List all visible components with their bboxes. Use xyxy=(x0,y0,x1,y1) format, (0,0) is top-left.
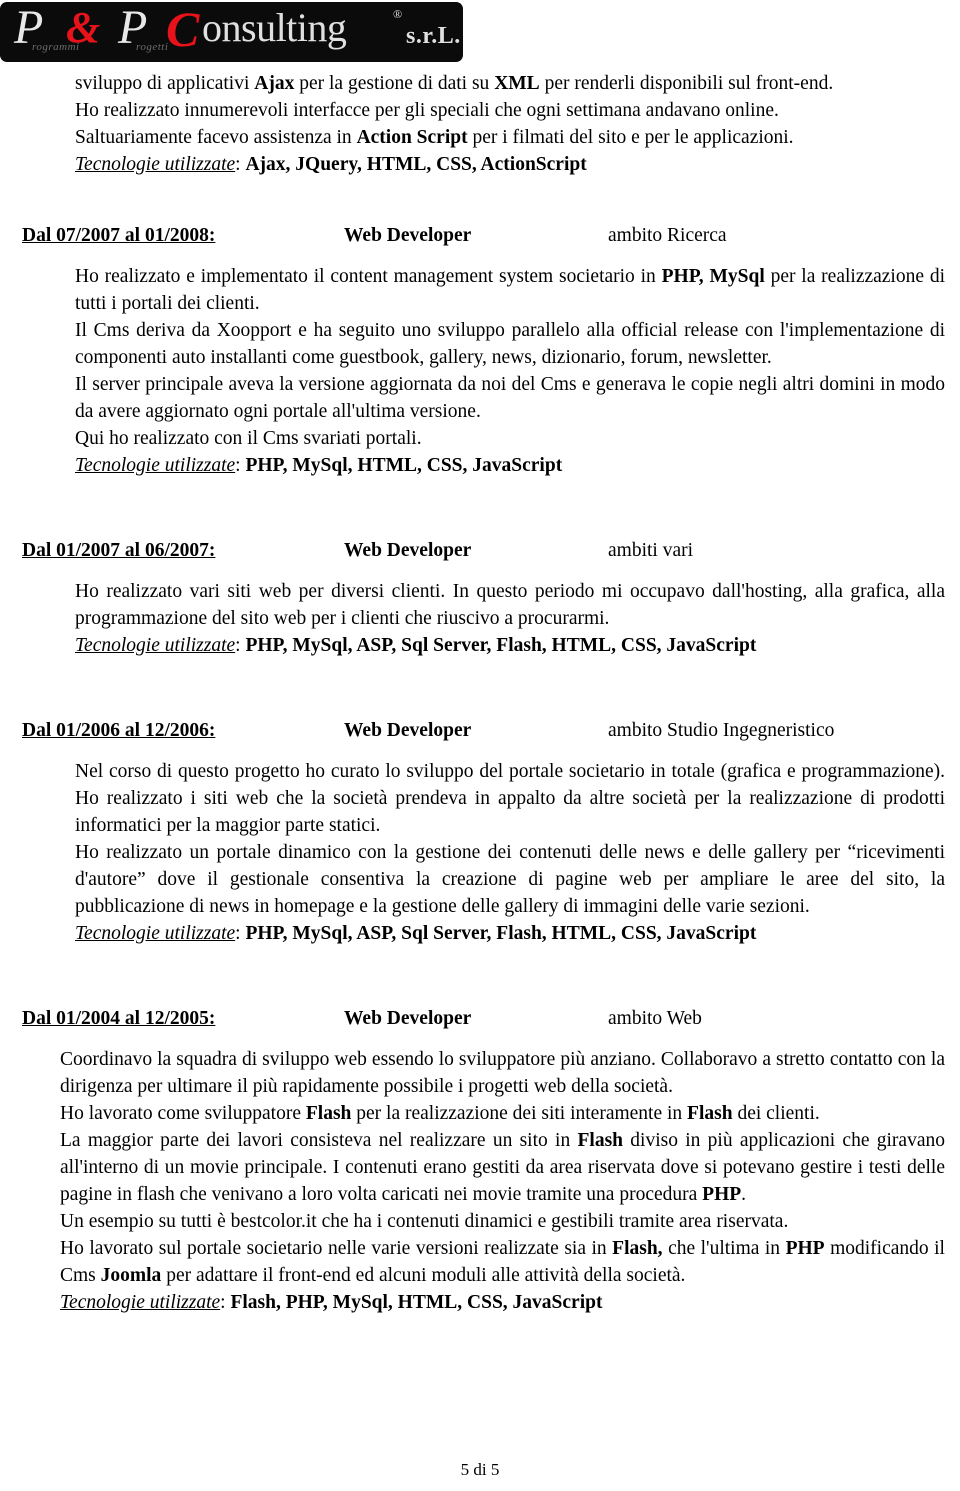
intro-paragraph-line1: sviluppo di applicativi Ajax per la gest… xyxy=(0,70,960,97)
job-0-text-1a: Ho realizzato e implementato il content … xyxy=(75,266,662,287)
job-dates: Dal 07/2007 al 01/2008: xyxy=(22,225,216,246)
job-dates: Dal 01/2006 al 12/2006: xyxy=(22,720,216,741)
job-3-text-2e: dei clienti. xyxy=(732,1103,820,1124)
intro-text-a: sviluppo di applicativi xyxy=(75,73,255,94)
job-role: Web Developer xyxy=(344,225,472,246)
logo-word-consulting: onsulting xyxy=(202,5,347,50)
job-3-term-flash-3: Flash xyxy=(577,1130,624,1151)
job-0-term-php-mysql: PHP, MySql xyxy=(661,266,765,287)
technologies-list: PHP, MySql, ASP, Sql Server, Flash, HTML… xyxy=(245,923,757,944)
job-0-technologies-line: Tecnologie utilizzate: PHP, MySql, HTML,… xyxy=(0,452,960,479)
job-header-2004-2005: Dal 01/2004 al 12/2005: Web Developer am… xyxy=(0,1005,960,1032)
job-0-paragraph-4: Qui ho realizzato con il Cms svariati po… xyxy=(75,428,422,449)
job-3-paragraph-2: Ho lavorato come sviluppatore Flash per … xyxy=(0,1100,960,1127)
intro-technologies-line: Tecnologie utilizzate: Ajax, JQuery, HTM… xyxy=(0,151,960,178)
job-3-paragraph-5: Ho lavorato sul portale societario nelle… xyxy=(0,1235,960,1289)
job-3-technologies-line: Tecnologie utilizzate: Flash, PHP, MySql… xyxy=(0,1289,960,1316)
intro-paragraph-line2: Ho realizzato innumerevoli interfacce pe… xyxy=(75,100,779,121)
intro-term-xml: XML xyxy=(494,73,540,94)
logo-ampersand: & xyxy=(66,3,101,52)
job-3-term-joomla: Joomla xyxy=(100,1265,162,1286)
page-footer: 5 di 5 xyxy=(0,1460,960,1480)
technologies-list: Flash, PHP, MySql, HTML, CSS, JavaScript xyxy=(230,1292,603,1313)
job-3-text-5c: che l'ultima in xyxy=(662,1238,786,1259)
job-3-text-3a: La maggior parte dei lavori consisteva n… xyxy=(60,1130,578,1151)
job-3-text-5a: Ho lavorato sul portale societario nelle… xyxy=(60,1238,613,1259)
job-3-text-2c: per la realizzazione dei siti interament… xyxy=(351,1103,688,1124)
job-scope: ambito Web xyxy=(608,1008,702,1029)
job-3-text-5g: per adattare il front-end ed alcuni modu… xyxy=(161,1265,686,1286)
job-1-technologies-line: Tecnologie utilizzate: PHP, MySql, ASP, … xyxy=(0,632,960,659)
job-dates: Dal 01/2007 al 06/2007: xyxy=(22,540,216,561)
technologies-separator: : xyxy=(235,635,246,656)
job-scope: ambito Studio Ingegneristico xyxy=(608,720,835,741)
job-scope: ambiti vari xyxy=(608,540,694,561)
job-header-2007: Dal 01/2007 al 06/2007: Web Developer am… xyxy=(0,537,960,564)
job-dates: Dal 01/2004 al 12/2005: xyxy=(22,1008,216,1029)
technologies-label: Tecnologie utilizzate xyxy=(75,635,236,656)
job-3-text-2a: Ho lavorato come sviluppatore xyxy=(60,1103,306,1124)
registered-trademark-icon: ® xyxy=(393,7,403,21)
logo-inner: P rogrammi & P rogetti C onsulting ® s.r… xyxy=(8,2,463,62)
intro-term-action-script: Action Script xyxy=(356,127,468,148)
job-3-paragraph-4: Un esempio su tutti è bestcolor.it che h… xyxy=(60,1211,789,1232)
technologies-label: Tecnologie utilizzate xyxy=(75,923,236,944)
technologies-separator: : xyxy=(235,154,246,175)
technologies-list: PHP, MySql, HTML, CSS, JavaScript xyxy=(245,455,563,476)
job-role: Web Developer xyxy=(344,1008,472,1029)
technologies-separator: : xyxy=(235,455,246,476)
logo-letter-c: C xyxy=(166,2,200,57)
technologies-label: Tecnologie utilizzate xyxy=(75,154,236,175)
job-3-paragraph-1: Coordinavo la squadra di sviluppo web es… xyxy=(60,1049,945,1097)
job-3-term-php-2: PHP xyxy=(785,1238,825,1259)
job-3-term-php: PHP xyxy=(702,1184,742,1205)
job-3-term-flash-1: Flash xyxy=(305,1103,352,1124)
technologies-list: Ajax, JQuery, HTML, CSS, ActionScript xyxy=(245,154,587,175)
job-3-term-flash-2: Flash xyxy=(687,1103,733,1124)
intro-text-3c: per i filmati del sito e per le applicaz… xyxy=(467,127,794,148)
page-number: 5 di 5 xyxy=(460,1460,500,1479)
technologies-label: Tecnologie utilizzate xyxy=(60,1292,221,1313)
job-3-paragraph-3: La maggior parte dei lavori consisteva n… xyxy=(0,1127,960,1208)
technologies-separator: : xyxy=(220,1292,231,1313)
job-0-paragraph-2: Il Cms deriva da Xoopport e ha seguito u… xyxy=(75,320,945,368)
job-3-text-3e: . xyxy=(741,1184,747,1205)
technologies-list: PHP, MySql, ASP, Sql Server, Flash, HTML… xyxy=(245,635,757,656)
logo-word-srl: s.r.L. xyxy=(406,23,461,49)
job-header-2006: Dal 01/2006 al 12/2006: Web Developer am… xyxy=(0,717,960,744)
job-role: Web Developer xyxy=(344,540,472,561)
job-header-2007-2008: Dal 07/2007 al 01/2008: Web Developer am… xyxy=(0,222,960,249)
company-logo-banner: P rogrammi & P rogetti C onsulting ® s.r… xyxy=(0,2,463,62)
intro-text-3a: Saltuariamente facevo assistenza in xyxy=(75,127,357,148)
job-2-paragraph-2: Ho realizzato un portale dinamico con la… xyxy=(75,842,945,917)
intro-term-ajax: Ajax xyxy=(254,73,295,94)
job-3-term-flash-4: Flash, xyxy=(612,1238,663,1259)
job-scope: ambito Ricerca xyxy=(608,225,727,246)
job-2-technologies-line: Tecnologie utilizzate: PHP, MySql, ASP, … xyxy=(0,920,960,947)
intro-paragraph-line3: Saltuariamente facevo assistenza in Acti… xyxy=(0,124,960,151)
job-0-paragraph-1: Ho realizzato e implementato il content … xyxy=(0,263,960,317)
job-0-paragraph-3: Il server principale aveva la versione a… xyxy=(75,374,945,422)
job-1-paragraph-1: Ho realizzato vari siti web per diversi … xyxy=(75,581,945,629)
logo-subtext-progetti: rogetti xyxy=(136,41,169,53)
intro-text-c: per la gestione di dati su xyxy=(294,73,495,94)
technologies-separator: : xyxy=(235,923,246,944)
document-body: sviluppo di applicativi Ajax per la gest… xyxy=(0,70,960,1316)
intro-text-e: per renderli disponibili sul front-end. xyxy=(539,73,834,94)
technologies-label: Tecnologie utilizzate xyxy=(75,455,236,476)
job-role: Web Developer xyxy=(344,720,472,741)
job-2-paragraph-1: Nel corso di questo progetto ho curato l… xyxy=(75,761,945,836)
